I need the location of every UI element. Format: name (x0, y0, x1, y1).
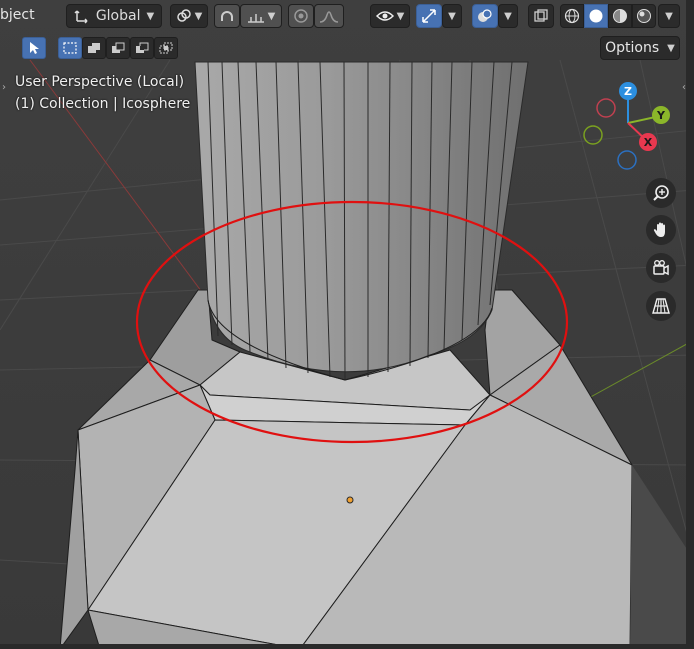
neg-z-axis-handle[interactable] (617, 150, 637, 170)
select-mode-invert-button[interactable] (130, 37, 154, 59)
shading-wireframe-button[interactable] (560, 4, 584, 28)
chevron-down-icon: ▼ (667, 42, 675, 54)
navigation-gizmo[interactable]: Z Y X (578, 78, 678, 178)
material-shading-icon (613, 9, 627, 23)
proportional-edit-icon (294, 9, 308, 23)
chevron-down-icon: ▼ (396, 10, 405, 22)
sidebar-expand-arrow[interactable]: ‹ (682, 82, 686, 93)
overlay-toggle[interactable] (472, 4, 498, 28)
select-mode-extend-button[interactable] (82, 37, 106, 59)
perspective-toggle-button[interactable] (646, 291, 676, 321)
chevron-down-icon: ▼ (504, 10, 512, 22)
gizmo-icon (422, 9, 436, 23)
select-mode-subtract-button[interactable] (106, 37, 130, 59)
pivot-dropdown[interactable]: ▼ (170, 4, 208, 28)
object-origin-dot (346, 496, 354, 504)
options-label: Options (605, 40, 660, 56)
xray-icon (534, 9, 548, 22)
shading-solid-button[interactable] (584, 4, 608, 28)
chevron-down-icon: ▼ (194, 10, 203, 22)
cursor-arrow-icon (30, 42, 39, 54)
solid-shading-icon (589, 9, 603, 23)
shading-rendered-button[interactable] (632, 4, 656, 28)
chevron-down-icon: ▼ (665, 10, 673, 22)
collection-info-label: (1) Collection | Icosphere (15, 96, 191, 112)
snap-increment-icon (247, 14, 264, 23)
select-mode-new-button[interactable] (58, 37, 82, 59)
mode-label[interactable]: bject (0, 7, 35, 23)
zoom-icon (653, 185, 669, 201)
camera-view-icon (653, 260, 669, 276)
snap-toggle[interactable] (214, 4, 240, 28)
neg-y-axis-handle[interactable] (583, 125, 603, 145)
gizmo-dropdown[interactable]: ▼ (442, 4, 462, 28)
neg-x-axis-handle[interactable] (596, 98, 616, 118)
chevron-down-icon: ▼ (267, 10, 276, 22)
snap-icon (221, 11, 233, 21)
transform-orientation-icon (74, 10, 88, 24)
shading-dropdown[interactable]: ▼ (658, 4, 680, 28)
right-edge-bar (686, 0, 694, 649)
orientation-dropdown[interactable]: Global ▼ (66, 4, 162, 28)
viewport-header: bject Global ▼ ▼ ▼ ▼ ▼ ▼ ▼ (0, 0, 694, 32)
bottom-edge-bar (0, 644, 694, 649)
select-subtract-icon (112, 42, 125, 53)
box-select-icon (63, 42, 77, 54)
falloff-dropdown[interactable] (314, 4, 344, 28)
shading-material-button[interactable] (608, 4, 632, 28)
orientation-label: Global (95, 8, 141, 24)
zoom-button[interactable] (646, 178, 676, 208)
select-mode-intersect-button[interactable] (154, 37, 178, 59)
hand-pan-icon (653, 222, 665, 237)
xray-toggle[interactable] (528, 4, 554, 28)
pivot-point-icon (176, 9, 191, 22)
select-intersect-icon (159, 42, 173, 54)
select-tool-button[interactable] (22, 37, 46, 59)
select-invert-icon (136, 42, 149, 53)
falloff-icon (319, 11, 339, 23)
camera-view-button[interactable] (646, 253, 676, 283)
gizmo-toggle[interactable] (416, 4, 442, 28)
3d-viewport[interactable]: bject Global ▼ ▼ ▼ ▼ ▼ ▼ ▼ Options ▼ › ‹… (0, 0, 694, 649)
view-name-label: User Perspective (Local) (15, 74, 185, 90)
proportional-edit-toggle[interactable] (288, 4, 314, 28)
perspective-grid-icon (652, 298, 670, 314)
y-axis-label: Y (656, 109, 666, 122)
x-axis-label: X (644, 136, 653, 149)
snap-target-dropdown[interactable]: ▼ (240, 4, 282, 28)
pan-button[interactable] (646, 215, 676, 245)
rendered-shading-icon (637, 9, 651, 23)
overlay-dropdown[interactable]: ▼ (498, 4, 518, 28)
options-dropdown[interactable]: Options ▼ (600, 36, 680, 60)
z-axis-label: Z (624, 85, 632, 98)
chevron-down-icon: ▼ (448, 10, 456, 22)
overlay-icon (478, 9, 492, 22)
select-extend-icon (88, 43, 100, 53)
toolbar-expand-arrow[interactable]: › (2, 82, 6, 93)
wireframe-shading-icon (564, 8, 580, 24)
chevron-down-icon: ▼ (146, 10, 155, 22)
visibility-icon (375, 11, 394, 21)
visibility-dropdown[interactable]: ▼ (370, 4, 410, 28)
